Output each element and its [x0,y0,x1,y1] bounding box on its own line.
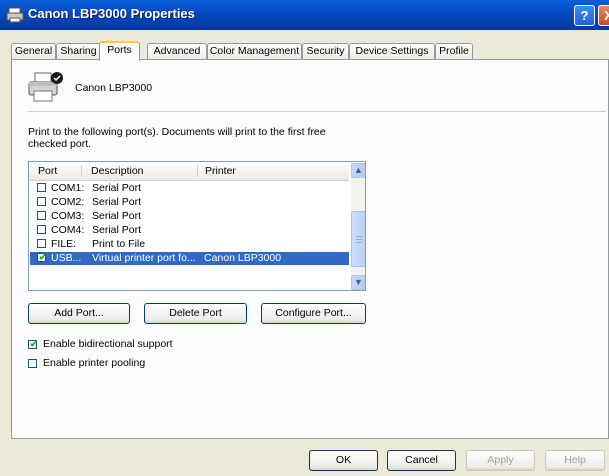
column-header-description[interactable]: Description [91,165,144,177]
port-name: COM3: [51,210,85,222]
window-title: Canon LBP3000 Properties [28,6,195,21]
port-checkbox[interactable]: ✔ [37,252,47,262]
tab-advanced[interactable]: Advanced [147,43,207,59]
list-header: Port Description Printer [29,162,349,181]
port-description: Serial Port [92,196,142,208]
chevron-down-icon: ▼ [354,277,363,287]
port-row-selected[interactable]: ✔ USB... Virtual printer port fo... Cano… [30,252,349,265]
add-port-button[interactable]: Add Port... [28,303,130,324]
port-list[interactable]: Port Description Printer COM1: Serial Po… [28,161,366,291]
port-row[interactable]: COM1: Serial Port [33,182,349,195]
tab-device-settings[interactable]: Device Settings [349,43,435,59]
help-title-button[interactable]: ? [574,5,595,26]
tab-general[interactable]: General [11,43,56,59]
port-checkbox[interactable] [37,211,46,220]
help-button[interactable]: Help [545,450,605,471]
port-description: Serial Port [92,224,142,236]
close-title-button[interactable]: X [598,5,609,26]
apply-button[interactable]: Apply [466,450,535,471]
title-bar[interactable]: Canon LBP3000 Properties ? X [0,0,609,30]
port-row[interactable]: COM3: Serial Port [33,210,349,223]
separator [28,111,606,112]
port-name: COM2: [51,196,85,208]
tab-color-management[interactable]: Color Management [207,43,302,59]
port-description: Virtual printer port fo... [92,252,196,264]
pooling-checkbox[interactable] [28,359,37,368]
column-header-printer[interactable]: Printer [205,165,236,177]
port-description-text: Print to the following port(s). Document… [28,126,326,150]
port-checkbox[interactable] [37,239,46,248]
port-checkbox[interactable] [37,197,46,206]
printer-icon [28,72,63,102]
tab-sharing[interactable]: Sharing [56,43,101,59]
port-checkbox[interactable] [37,183,46,192]
port-description: Print to File [92,238,146,250]
port-description: Serial Port [92,210,142,222]
vertical-scrollbar[interactable]: ▲ ▼ [351,163,365,290]
scroll-up-button[interactable]: ▲ [351,163,365,178]
printer-name: Canon LBP3000 [75,82,153,94]
configure-port-button[interactable]: Configure Port... [261,303,366,324]
scroll-down-button[interactable]: ▼ [351,275,365,290]
delete-port-button[interactable]: Delete Port [144,303,247,324]
port-row[interactable]: FILE: Print to File [33,238,349,251]
pooling-label[interactable]: Enable printer pooling [43,357,145,370]
port-name: USB... [51,252,82,264]
tab-ports[interactable]: Ports [99,41,140,61]
port-description: Serial Port [92,182,142,194]
ok-button[interactable]: OK [309,450,378,471]
tab-profile[interactable]: Profile [435,43,473,59]
port-name: COM4: [51,224,85,236]
port-row[interactable]: COM2: Serial Port [33,196,349,209]
port-printer: Canon LBP3000 [204,252,282,264]
tab-security[interactable]: Security [302,43,349,59]
cancel-button[interactable]: Cancel [387,450,456,471]
port-name: FILE: [51,238,77,250]
bidirectional-label[interactable]: Enable bidirectional support [43,338,173,351]
bidirectional-checkbox[interactable]: ✔ [28,339,38,349]
column-header-port[interactable]: Port [38,165,57,177]
checkmark-icon: ✔ [39,252,47,262]
port-row[interactable]: COM4: Serial Port [33,224,349,237]
chevron-up-icon: ▲ [354,165,363,175]
port-name: COM1: [51,182,85,194]
checkmark-icon: ✔ [30,339,38,349]
printer-icon [6,7,24,23]
scroll-thumb[interactable] [351,211,365,267]
port-checkbox[interactable] [37,225,46,234]
